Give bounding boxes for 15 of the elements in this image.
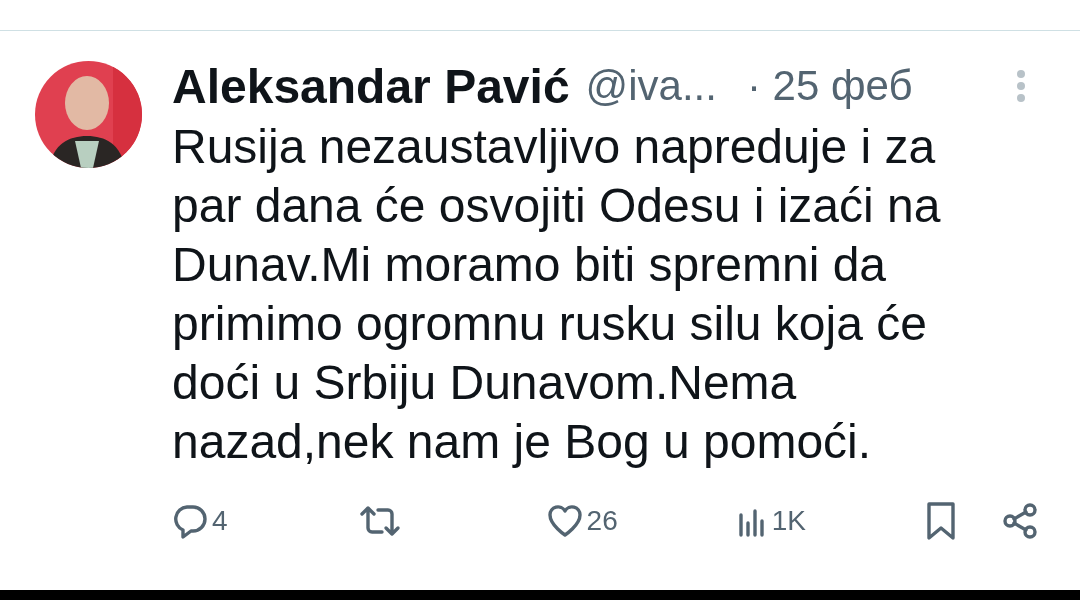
author-name[interactable]: Aleksandar Pavić <box>172 58 570 114</box>
tweet-text: Rusija nezaustavljivo napreduje i za par dana će osvojiti Odesu i izaći na Dunav.Mi moramo biti spremni da primimo ogromnu rusku silu koja će doći u Srbiju Dunavom.Nema nazad,nek nam je Bog u pomoći. <box>172 119 942 470</box>
retweet-icon <box>357 503 402 539</box>
like-button[interactable]: 26 <box>546 504 618 538</box>
speech-bubble-icon <box>172 503 208 539</box>
share-icon <box>1001 502 1039 540</box>
author-handle[interactable]: @iva... <box>585 62 717 110</box>
retweet-button[interactable] <box>357 503 402 539</box>
reply-button[interactable]: 4 <box>172 503 228 539</box>
share-button[interactable] <box>1001 502 1039 540</box>
bookmark-button[interactable] <box>926 501 956 541</box>
views-button[interactable]: 1K <box>737 505 806 537</box>
tweet-date: · 25 феб <box>746 62 913 110</box>
bookmark-icon <box>926 501 956 541</box>
heart-icon <box>546 504 583 538</box>
